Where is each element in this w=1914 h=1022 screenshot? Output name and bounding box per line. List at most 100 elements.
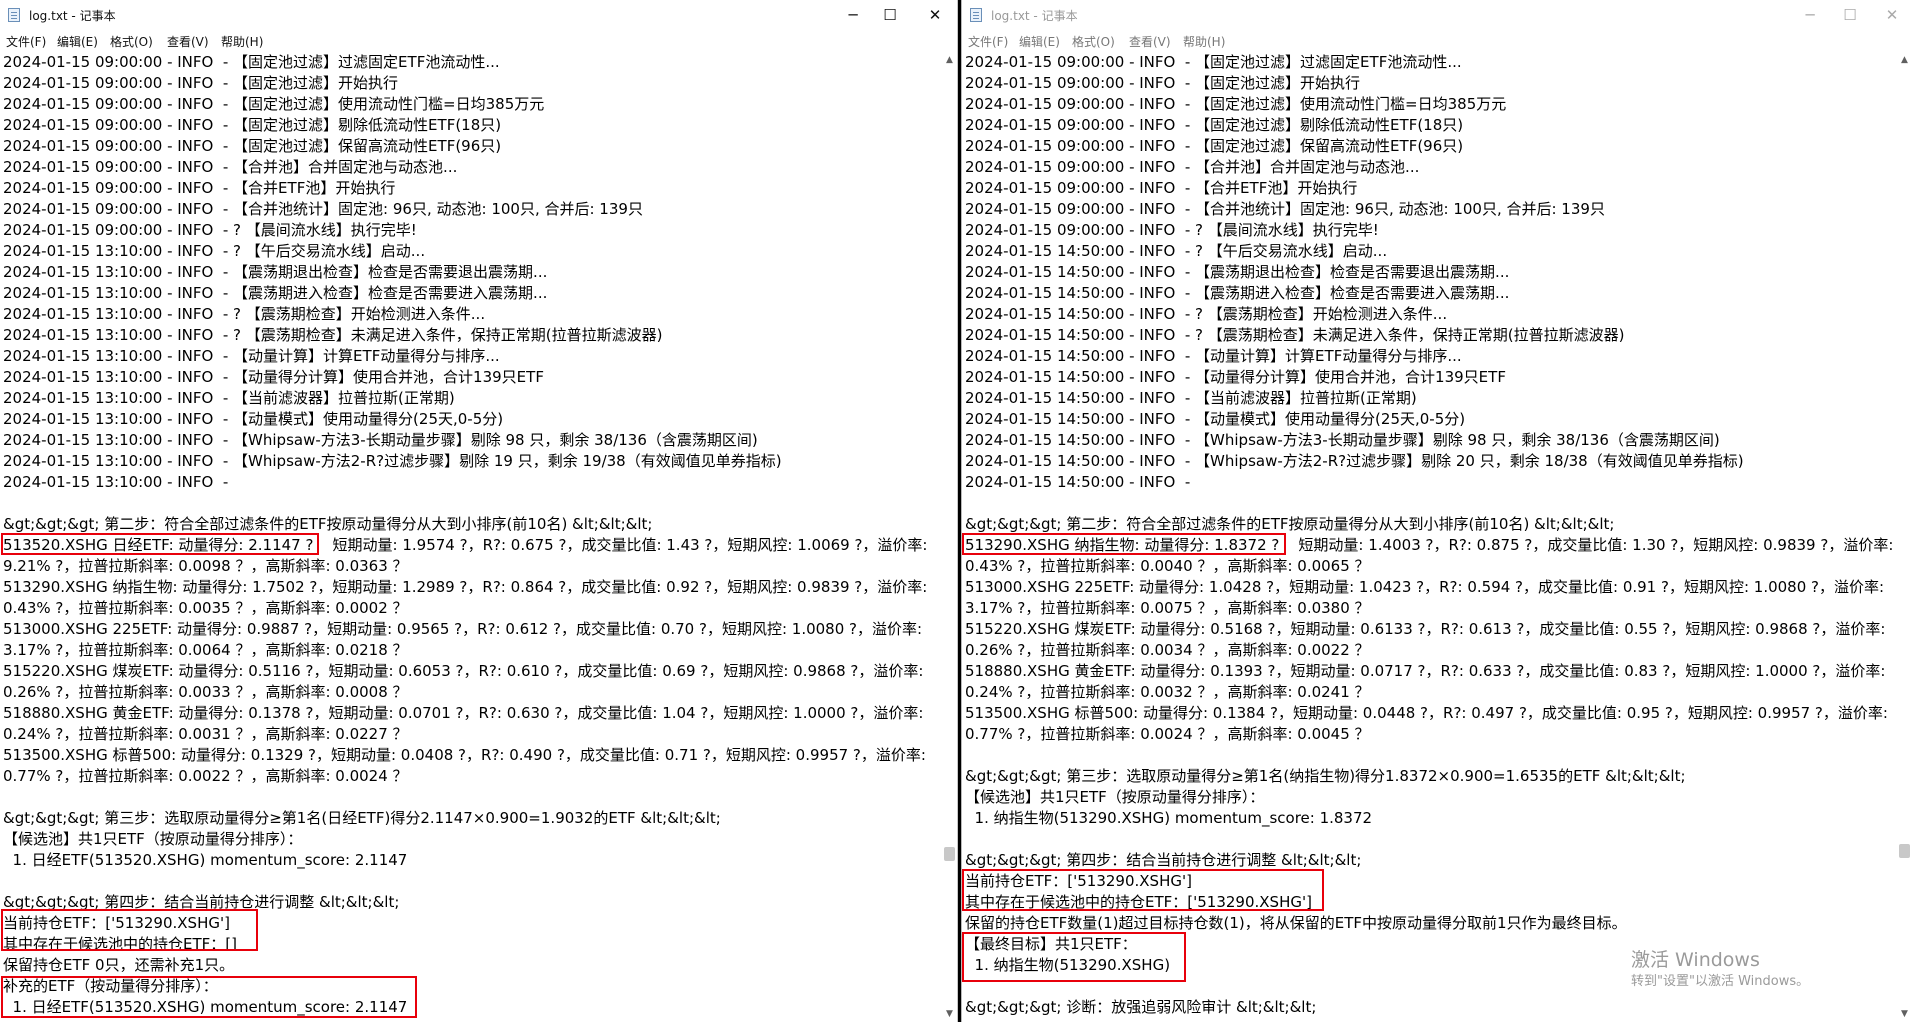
log-line: 515220.XSHG 煤炭ETF: 动量得分: 0.5116 ?，短期动量: … (3, 662, 924, 680)
log-line: 2024-01-15 09:00:00 - INFO - 【合并ETF池】开始执… (965, 179, 1358, 197)
vertical-scrollbar[interactable]: ▲ ▼ (1896, 52, 1913, 1022)
log-line: 518880.XSHG 黄金ETF: 动量得分: 0.1393 ?，短期动量: … (965, 662, 1886, 680)
log-line: 3.17% ?，拉普拉斯斜率: 0.0075 ？，高斯斜率: 0.0380 ？ (965, 599, 1370, 617)
log-line: 2024-01-15 09:00:00 - INFO - 【合并池统计】固定池:… (965, 200, 1605, 218)
activate-windows-title: 激活 Windows (1631, 949, 1760, 971)
vertical-scrollbar[interactable]: ▲ ▼ (941, 52, 957, 1022)
window-title: log.txt - 记事本 (991, 9, 1078, 23)
menu-file[interactable]: 文件(F) (6, 33, 46, 50)
log-line: 2024-01-15 09:00:00 - INFO - 【固定池过滤】使用流动… (3, 95, 545, 113)
title-bar[interactable]: log.txt - 记事本 ─ ☐ ✕ (0, 0, 957, 30)
log-line: 2024-01-15 13:10:00 - INFO - (3, 473, 234, 491)
log-line: 2024-01-15 14:50:00 - INFO - 【震荡期退出检查】检查… (965, 263, 1510, 281)
log-line: 0.24% ?，拉普拉斯斜率: 0.0031 ？，高斯斜率: 0.0227 ？ (3, 725, 408, 743)
log-line: 2024-01-15 14:50:00 - INFO - 【动量模式】使用动量得… (965, 410, 1466, 428)
log-line: 2024-01-15 14:50:00 - INFO - 【动量计算】计算ETF… (965, 347, 1462, 365)
log-line: &gt;&gt;&gt; 第三步：选取原动量得分≥第1名(纳指生物)得分1.83… (965, 767, 1686, 785)
menu-edit[interactable]: 编辑(E) (1019, 33, 1060, 50)
log-line: 【候选池】共1只ETF（按原动量得分排序）： (965, 788, 1265, 806)
log-line: 9.21% ?，拉普拉斯斜率: 0.0098 ？，高斯斜率: 0.0363 ？ (3, 557, 408, 575)
close-button[interactable]: ✕ (1869, 0, 1914, 30)
maximize-button[interactable]: ☐ (867, 0, 913, 30)
log-line: 518880.XSHG 黄金ETF: 动量得分: 0.1378 ?，短期动量: … (3, 704, 924, 722)
highlight-top-etf (1, 533, 319, 555)
log-line: &gt;&gt;&gt; 第二步：符合全部过滤条件的ETF按原动量得分从大到小排… (965, 515, 1615, 533)
highlight-holdings (1, 909, 258, 951)
window-title: log.txt - 记事本 (29, 9, 116, 23)
log-line: 2024-01-15 14:50:00 - INFO - 【Whipsaw-方法… (965, 431, 1720, 449)
log-line: 2024-01-15 13:10:00 - INFO - 【动量计算】计算ETF… (3, 347, 500, 365)
menu-file[interactable]: 文件(F) (968, 33, 1008, 50)
log-line: &gt;&gt;&gt; 第三步：选取原动量得分≥第1名(日经ETF)得分2.1… (3, 809, 721, 827)
log-line: 2024-01-15 09:00:00 - INFO - 【固定池过滤】开始执行 (3, 74, 399, 92)
log-line: 2024-01-15 14:50:00 - INFO - ? 【震荡期检查】未满… (965, 326, 1625, 344)
log-line: 2024-01-15 14:50:00 - INFO - 【当前滤波器】拉普拉斯… (965, 389, 1417, 407)
log-line: 【候选池】共1只ETF（按原动量得分排序）： (3, 830, 303, 848)
menu-format[interactable]: 格式(O) (1072, 33, 1115, 50)
log-line: 2024-01-15 14:50:00 - INFO - 【Whipsaw-方法… (965, 452, 1744, 470)
log-line: 0.24% ?，拉普拉斯斜率: 0.0032 ？，高斯斜率: 0.0241 ？ (965, 683, 1370, 701)
log-line: 2024-01-15 13:10:00 - INFO - 【动量模式】使用动量得… (3, 410, 504, 428)
log-line: 2024-01-15 13:10:00 - INFO - 【震荡期退出检查】检查… (3, 263, 548, 281)
log-line: 2024-01-15 14:50:00 - INFO - 【震荡期进入检查】检查… (965, 284, 1510, 302)
menu-help[interactable]: 帮助(H) (1183, 33, 1225, 50)
log-line: 0.26% ?，拉普拉斯斜率: 0.0034 ？，高斯斜率: 0.0022 ？ (965, 641, 1370, 659)
highlight-holdings (962, 869, 1324, 911)
menu-edit[interactable]: 编辑(E) (57, 33, 98, 50)
log-line: 保留的持仓ETF数量(1)超过目标持仓数(1)，将从保留的ETF中按原动量得分取… (965, 914, 1627, 932)
log-line: &gt;&gt;&gt; 诊断：放强追弱风险审计 &lt;&lt;&lt; (965, 998, 1317, 1016)
log-line: 0.77% ?，拉普拉斯斜率: 0.0024 ？，高斯斜率: 0.0045 ？ (965, 725, 1370, 743)
close-button[interactable]: ✕ (912, 0, 957, 30)
scrollbar-thumb[interactable] (1899, 844, 1910, 858)
log-line: &gt;&gt;&gt; 第四步：结合当前持仓进行调整 &lt;&lt;&lt; (965, 851, 1362, 869)
menu-view[interactable]: 查看(V) (1129, 33, 1171, 50)
log-line: 0.77% ?，拉普拉斯斜率: 0.0022 ？，高斯斜率: 0.0024 ？ (3, 767, 408, 785)
log-line: 2024-01-15 14:50:00 - INFO - 【动量得分计算】使用合… (965, 368, 1506, 386)
notepad-icon (970, 8, 982, 22)
log-line: 2024-01-15 13:10:00 - INFO - 【动量得分计算】使用合… (3, 368, 544, 386)
log-line: 1. 日经ETF(513520.XSHG) momentum_score: 2.… (3, 851, 408, 869)
log-line: 2024-01-15 09:00:00 - INFO - 【固定池过滤】剔除低流… (3, 116, 502, 134)
highlight-top-etf (962, 533, 1286, 555)
log-line: 2024-01-15 09:00:00 - INFO - ? 【晨间流水线】执行… (965, 221, 1379, 239)
log-line: 2024-01-15 09:00:00 - INFO - 【固定池过滤】使用流动… (965, 95, 1507, 113)
menu-help[interactable]: 帮助(H) (221, 33, 263, 50)
menu-format[interactable]: 格式(O) (110, 33, 153, 50)
scroll-up-arrow-icon[interactable]: ▲ (1896, 52, 1913, 68)
log-line: 2024-01-15 09:00:00 - INFO - 【固定池过滤】过滤固定… (965, 53, 1462, 71)
title-bar[interactable]: log.txt - 记事本 ─ ☐ ✕ (962, 0, 1914, 30)
activate-windows-subtitle: 转到"设置"以激活 Windows。 (1631, 974, 1810, 989)
highlight-final-target (962, 932, 1186, 982)
log-line: 1. 纳指生物(513290.XSHG) momentum_score: 1.8… (965, 809, 1373, 827)
menu-bar: 文件(F) 编辑(E) 格式(O) 查看(V) 帮助(H) (0, 30, 957, 52)
scroll-down-arrow-icon[interactable]: ▼ (1896, 1006, 1913, 1022)
log-line: 2024-01-15 09:00:00 - INFO - 【固定池过滤】过滤固定… (3, 53, 500, 71)
log-line: 513000.XSHG 225ETF: 动量得分: 0.9887 ?，短期动量:… (3, 620, 923, 638)
scrollbar-thumb[interactable] (944, 847, 955, 861)
log-line: 2024-01-15 09:00:00 - INFO - ? 【晨间流水线】执行… (3, 221, 417, 239)
log-line: 513000.XSHG 225ETF: 动量得分: 1.0428 ?，短期动量:… (965, 578, 1885, 596)
log-line: 2024-01-15 09:00:00 - INFO - 【合并池】合并固定池与… (965, 158, 1420, 176)
log-line: 2024-01-15 13:10:00 - INFO - 【Whipsaw-方法… (3, 431, 758, 449)
log-line: 保留持仓ETF 0只，还需补充1只。 (3, 956, 235, 974)
log-line: 2024-01-15 09:00:00 - INFO - 【固定池过滤】保留高流… (965, 137, 1464, 155)
scroll-up-arrow-icon[interactable]: ▲ (941, 52, 957, 68)
log-line: 2024-01-15 14:50:00 - INFO - (965, 473, 1196, 491)
log-line: 2024-01-15 14:50:00 - INFO - ? 【震荡期检查】开始… (965, 305, 1448, 323)
maximize-button[interactable]: ☐ (1827, 0, 1873, 30)
log-line: 2024-01-15 09:00:00 - INFO - 【固定池过滤】剔除低流… (965, 116, 1464, 134)
menu-view[interactable]: 查看(V) (167, 33, 209, 50)
log-line: 2024-01-15 13:10:00 - INFO - 【当前滤波器】拉普拉斯… (3, 389, 455, 407)
log-line: 2024-01-15 13:10:00 - INFO - 【震荡期进入检查】检查… (3, 284, 548, 302)
log-line: 2024-01-15 13:10:00 - INFO - ? 【震荡期检查】未满… (3, 326, 663, 344)
log-line: 2024-01-15 09:00:00 - INFO - 【固定池过滤】开始执行 (965, 74, 1361, 92)
log-line: 2024-01-15 13:10:00 - INFO - ? 【震荡期检查】开始… (3, 305, 486, 323)
log-line: 2024-01-15 09:00:00 - INFO - 【固定池过滤】保留高流… (3, 137, 502, 155)
log-line: 0.43% ?，拉普拉斯斜率: 0.0040 ？，高斯斜率: 0.0065 ？ (965, 557, 1370, 575)
log-line: 2024-01-15 09:00:00 - INFO - 【合并池】合并固定池与… (3, 158, 458, 176)
log-line: 0.26% ?，拉普拉斯斜率: 0.0033 ？，高斯斜率: 0.0008 ？ (3, 683, 408, 701)
log-line: 513500.XSHG 标普500: 动量得分: 0.1384 ?，短期动量: … (965, 704, 1888, 722)
scroll-down-arrow-icon[interactable]: ▼ (941, 1006, 957, 1022)
log-line: 3.17% ?，拉普拉斯斜率: 0.0064 ？，高斯斜率: 0.0218 ？ (3, 641, 408, 659)
notepad-icon (8, 8, 20, 22)
